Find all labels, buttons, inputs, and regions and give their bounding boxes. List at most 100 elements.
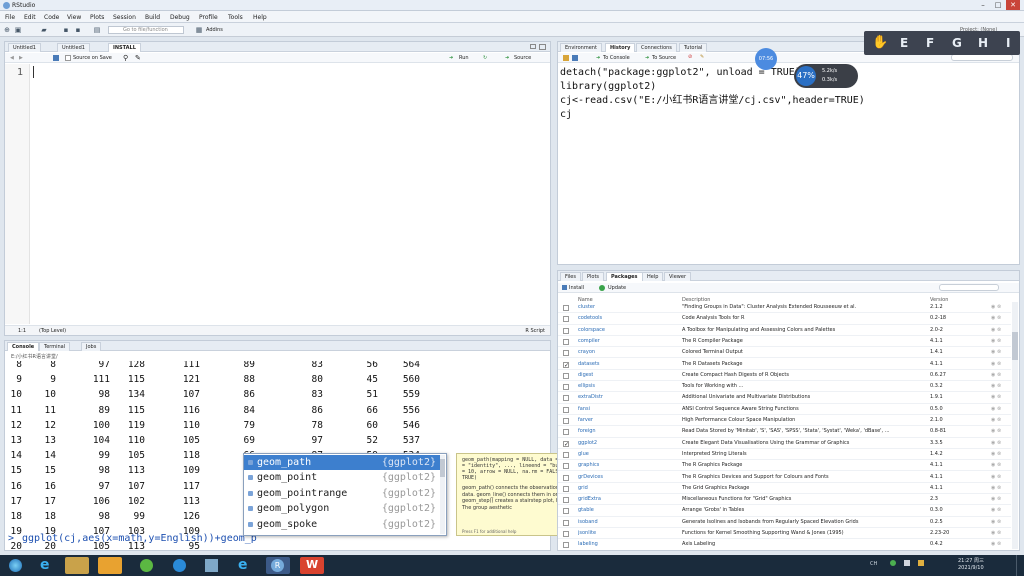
source-button[interactable]: Source (514, 55, 531, 61)
files-taskbar-icon[interactable] (200, 557, 224, 574)
package-load-checkbox[interactable] (563, 474, 569, 481)
source-on-save-checkbox[interactable] (65, 55, 71, 61)
package-name[interactable]: gtable (578, 505, 594, 516)
package-row[interactable]: ellipsis Tools for Working with ... 0.3.2 ◉… (558, 381, 1011, 393)
package-actions-icon[interactable]: ◉ ⊗ (991, 505, 1001, 516)
tab-help[interactable]: Help (642, 272, 664, 281)
save-file-icon[interactable] (53, 55, 59, 61)
load-history-icon[interactable] (563, 55, 569, 61)
package-row[interactable]: foreign Read Data Stored by 'Minitab', 'S… (558, 426, 1011, 438)
package-name[interactable]: fansi (578, 404, 590, 415)
package-row[interactable]: extraDistr Additional Univariate and Mult… (558, 392, 1011, 404)
tab-untitled1-b[interactable]: Untitled1 (57, 43, 90, 52)
autocomplete-item[interactable]: geom_spoke {ggplot2} (244, 517, 440, 532)
package-load-checkbox[interactable] (563, 519, 569, 526)
history-search-input[interactable] (951, 54, 1013, 61)
tab-viewer[interactable]: Viewer (664, 272, 691, 281)
package-row[interactable]: gtable Arrange 'Grobs' in Tables 0.3.0 ◉ ⊗ (558, 505, 1011, 517)
menu-edit[interactable]: Edit (24, 14, 36, 21)
clear-history-icon[interactable]: ✎ (700, 54, 704, 60)
autocomplete-scroll-thumb[interactable] (440, 459, 445, 477)
back-icon[interactable]: ◀ (10, 55, 14, 61)
ie-taskbar-icon[interactable]: e (35, 557, 59, 574)
menu-profile[interactable]: Profile (199, 14, 218, 21)
package-load-checkbox[interactable] (563, 485, 569, 492)
package-actions-icon[interactable]: ◉ ⊗ (991, 494, 1001, 505)
remove-entry-icon[interactable]: ⊘ (688, 54, 692, 60)
package-name[interactable]: jsonlite (578, 528, 596, 539)
package-name[interactable]: gridExtra (578, 494, 601, 505)
package-row[interactable]: ✓ datasets The R Datasets Package 4.1.1 ◉ ⊗ (558, 359, 1011, 370)
package-load-checkbox[interactable] (563, 542, 569, 549)
maximize-pane-icon[interactable] (539, 44, 546, 50)
package-load-checkbox[interactable] (563, 429, 569, 436)
tab-untitled1-a[interactable]: Untitled1 (8, 43, 41, 52)
package-actions-icon[interactable]: ◉ ⊗ (991, 359, 1001, 370)
package-actions-icon[interactable]: ◉ ⊗ (991, 325, 1001, 336)
tab-history[interactable]: History (605, 43, 636, 52)
package-name[interactable]: foreign (578, 426, 596, 437)
package-name[interactable]: isoband (578, 517, 598, 528)
new-project-icon[interactable]: ▣ (14, 26, 22, 34)
package-name[interactable]: crayon (578, 347, 595, 358)
package-name[interactable]: extraDistr (578, 392, 603, 403)
package-load-checkbox[interactable] (563, 316, 569, 323)
save-all-icon[interactable]: ▪ (74, 26, 82, 34)
package-row[interactable]: glue Interpreted String Literals 1.4.2 ◉ ⊗ (558, 449, 1011, 461)
package-load-checkbox[interactable] (563, 338, 569, 345)
console-command[interactable]: ggplot(cj,aes(x=math,y=English))+geom_p (22, 533, 257, 544)
package-load-checkbox[interactable] (563, 350, 569, 357)
menu-session[interactable]: Session (113, 14, 136, 21)
package-load-checkbox[interactable] (563, 463, 569, 470)
menu-debug[interactable]: Debug (170, 14, 190, 21)
package-load-checkbox[interactable] (563, 305, 569, 311)
update-button[interactable]: Update (608, 285, 626, 291)
autocomplete-item[interactable]: geom_point {ggplot2} (244, 470, 440, 485)
search-icon[interactable]: ⚲ (123, 54, 128, 62)
package-load-checkbox[interactable] (563, 497, 569, 504)
package-actions-icon[interactable]: ◉ ⊗ (991, 392, 1001, 403)
rerun-icon[interactable]: ↻ (483, 55, 487, 61)
package-row[interactable]: digest Create Compact Hash Digests of R O… (558, 370, 1011, 382)
tab-install[interactable]: INSTALL (108, 43, 141, 52)
package-actions-icon[interactable]: ◉ ⊗ (991, 381, 1001, 392)
hud-key-e[interactable]: E (900, 36, 908, 50)
package-row[interactable]: gridExtra Miscellaneous Functions for "Gr… (558, 494, 1011, 506)
package-name[interactable]: labeling (578, 539, 598, 550)
package-row[interactable]: farver High Performance Colour Space Mani… (558, 415, 1011, 427)
ime-indicator[interactable]: CH (870, 561, 877, 567)
package-row[interactable]: ✓ ggplot2 Create Elegant Data Visualisatio… (558, 438, 1011, 449)
hud-key-i[interactable]: I (1006, 36, 1010, 50)
package-row[interactable]: colorspace A Toolbox for Manipulating and… (558, 325, 1011, 336)
autocomplete-scrollbar[interactable] (440, 455, 445, 534)
package-actions-icon[interactable]: ◉ ⊗ (991, 370, 1001, 381)
network-monitor-widget[interactable]: 47% 5.2k/s 0.3k/s (794, 64, 858, 88)
tab-plots[interactable]: Plots (582, 272, 605, 281)
package-load-checkbox[interactable] (563, 372, 569, 379)
wand-icon[interactable]: ✎ (135, 54, 141, 62)
menu-help[interactable]: Help (253, 14, 267, 21)
file-type-indicator[interactable]: R Script (525, 328, 545, 334)
package-actions-icon[interactable]: ◉ ⊗ (991, 415, 1001, 426)
packages-scroll-thumb[interactable] (1012, 332, 1018, 360)
tab-terminal[interactable]: Terminal (39, 342, 71, 351)
package-name[interactable]: grDevices (578, 472, 603, 483)
package-name[interactable]: ggplot2 (578, 438, 597, 449)
menu-view[interactable]: View (67, 14, 81, 21)
package-name[interactable]: datasets (578, 359, 600, 370)
clock-time[interactable]: 21:27 周三 (958, 557, 984, 564)
package-load-checkbox[interactable]: ✓ (563, 440, 569, 447)
package-name[interactable]: farver (578, 415, 593, 426)
media-player-taskbar-icon[interactable] (98, 557, 122, 574)
close-button[interactable]: ✕ (1006, 0, 1020, 10)
package-row[interactable]: labeling Axis Labeling 0.4.2 ◉ ⊗ (558, 539, 1011, 550)
package-actions-icon[interactable]: ◉ ⊗ (991, 426, 1001, 437)
tab-console[interactable]: Console (7, 342, 40, 351)
save-icon[interactable]: ▪ (62, 26, 70, 34)
package-load-checkbox[interactable] (563, 327, 569, 334)
package-actions-icon[interactable]: ◉ ⊗ (991, 336, 1001, 347)
explorer-taskbar-icon[interactable] (65, 557, 89, 574)
package-load-checkbox[interactable] (563, 395, 569, 402)
package-actions-icon[interactable]: ◉ ⊗ (991, 528, 1001, 539)
minimize-pane-icon[interactable] (530, 44, 536, 49)
